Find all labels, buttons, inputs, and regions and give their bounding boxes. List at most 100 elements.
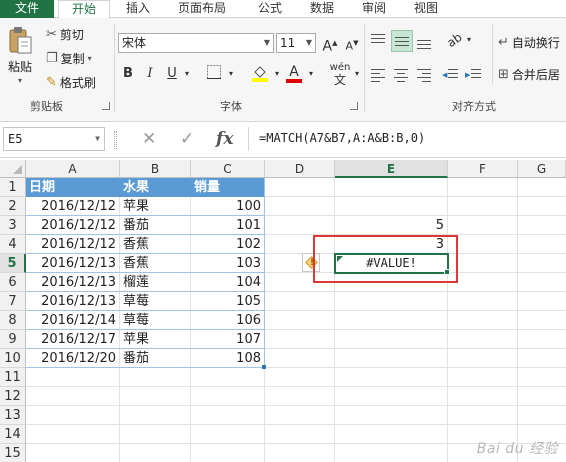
orientation-button[interactable]: ab [444, 30, 464, 50]
format-painter-button[interactable]: ✎ 格式刷 [46, 74, 96, 91]
chevron-down-icon[interactable]: ▾ [306, 64, 316, 84]
row-header-4[interactable]: 4 [0, 235, 26, 254]
table-cell[interactable]: 105 [191, 292, 265, 311]
table-cell[interactable]: 苹果 [120, 197, 191, 216]
table-cell[interactable]: 草莓 [120, 292, 191, 311]
align-right-button[interactable] [414, 64, 436, 86]
font-size-select[interactable]: 11 ▼ [276, 33, 316, 53]
tab-view[interactable]: 视图 [404, 0, 448, 18]
row-header-8[interactable]: 8 [0, 311, 26, 330]
font-color-button[interactable]: A [284, 62, 304, 83]
borders-button[interactable] [204, 64, 224, 84]
row-header-2[interactable]: 2 [0, 197, 26, 216]
table-cell[interactable]: 番茄 [120, 216, 191, 235]
table-resize-handle[interactable] [262, 365, 266, 369]
wrap-text-button[interactable]: ↵ 自动换行 [498, 34, 560, 51]
chevron-down-icon[interactable]: ▾ [226, 64, 236, 84]
bold-button[interactable]: B [118, 64, 138, 84]
cancel-icon[interactable]: ✕ [142, 129, 156, 149]
select-all-button[interactable] [0, 160, 26, 178]
underline-button[interactable]: U [162, 64, 182, 84]
align-left-button[interactable] [368, 64, 390, 86]
tab-insert[interactable]: 插入 [116, 0, 160, 18]
chevron-down-icon[interactable]: ▾ [352, 64, 362, 84]
table-cell[interactable]: 2016/12/14 [26, 311, 120, 330]
chevron-down-icon[interactable]: ▾ [182, 64, 192, 84]
grow-font-button[interactable]: A▲ [320, 33, 340, 55]
align-top-button[interactable] [368, 30, 390, 52]
enter-icon[interactable]: ✓ [180, 129, 194, 149]
table-cell[interactable]: 草莓 [120, 311, 191, 330]
tab-file[interactable]: 文件 [0, 0, 54, 18]
insert-function-icon[interactable]: fx [216, 129, 233, 149]
table-cell[interactable]: 2016/12/20 [26, 349, 120, 368]
increase-indent-button[interactable]: ▶ [463, 64, 485, 86]
table-cell[interactable]: 香蕉 [120, 235, 191, 254]
cut-button[interactable]: ✂ 剪切 [46, 26, 84, 43]
italic-button[interactable]: I [140, 64, 160, 84]
table-cell[interactable]: 108 [191, 349, 265, 368]
table-header-date[interactable]: 日期 [26, 178, 120, 197]
table-cell[interactable]: 苹果 [120, 330, 191, 349]
column-header-c[interactable]: C [191, 160, 265, 178]
table-cell[interactable]: 2016/12/13 [26, 292, 120, 311]
row-header-13[interactable]: 13 [0, 406, 26, 425]
table-cell[interactable]: 2016/12/12 [26, 235, 120, 254]
name-box[interactable]: E5 ▼ [3, 127, 105, 151]
table-cell[interactable]: 103 [191, 254, 265, 273]
table-cell[interactable]: 102 [191, 235, 265, 254]
column-header-b[interactable]: B [120, 160, 191, 178]
tab-home[interactable]: 开始 [58, 0, 110, 19]
align-middle-button[interactable] [391, 30, 413, 52]
shrink-font-button[interactable]: A▼ [342, 33, 362, 53]
table-cell[interactable]: 2016/12/17 [26, 330, 120, 349]
row-header-1[interactable]: 1 [0, 178, 26, 197]
table-cell[interactable]: 2016/12/13 [26, 254, 120, 273]
resize-handle[interactable] [114, 131, 117, 149]
chevron-down-icon[interactable]: ▾ [464, 30, 474, 50]
tab-formulas[interactable]: 公式 [248, 0, 292, 18]
row-header-14[interactable]: 14 [0, 425, 26, 444]
row-header-10[interactable]: 10 [0, 349, 26, 368]
row-header-3[interactable]: 3 [0, 216, 26, 235]
paste-button[interactable]: 粘贴 ▾ [6, 26, 34, 85]
fill-color-button[interactable] [250, 64, 270, 84]
column-header-f[interactable]: F [448, 160, 518, 178]
row-header-7[interactable]: 7 [0, 292, 26, 311]
row-header-12[interactable]: 12 [0, 387, 26, 406]
table-cell[interactable]: 100 [191, 197, 265, 216]
align-center-button[interactable] [391, 64, 413, 86]
row-header-11[interactable]: 11 [0, 368, 26, 387]
tab-page-layout[interactable]: 页面布局 [166, 0, 238, 18]
column-header-g[interactable]: G [518, 160, 566, 178]
table-cell[interactable]: 2016/12/12 [26, 197, 120, 216]
column-header-d[interactable]: D [265, 160, 335, 178]
table-cell[interactable]: 榴莲 [120, 273, 191, 292]
merge-center-button[interactable]: ⊞ 合并后居 [498, 66, 560, 83]
column-header-e[interactable]: E [335, 160, 448, 178]
decrease-indent-button[interactable]: ◀ [440, 64, 462, 86]
row-header-15[interactable]: 15 [0, 444, 26, 462]
column-header-a[interactable]: A [26, 160, 120, 178]
tab-data[interactable]: 数据 [300, 0, 344, 18]
row-header-9[interactable]: 9 [0, 330, 26, 349]
table-cell[interactable]: 106 [191, 311, 265, 330]
table-header-fruit[interactable]: 水果 [120, 178, 191, 197]
table-cell[interactable]: 香蕉 [120, 254, 191, 273]
row-header-5[interactable]: 5 [0, 254, 26, 273]
table-cell[interactable]: 107 [191, 330, 265, 349]
font-launcher-icon[interactable] [350, 102, 358, 110]
row-header-6[interactable]: 6 [0, 273, 26, 292]
tab-review[interactable]: 审阅 [352, 0, 396, 18]
font-name-select[interactable]: 宋体 ▼ [118, 33, 274, 53]
formula-input[interactable]: =MATCH(A7&B7,A:A&B:B,0) [248, 127, 566, 151]
table-cell[interactable]: 2016/12/13 [26, 273, 120, 292]
table-cell[interactable]: 番茄 [120, 349, 191, 368]
table-cell[interactable]: 104 [191, 273, 265, 292]
clipboard-launcher-icon[interactable] [102, 102, 110, 110]
chevron-down-icon[interactable]: ▾ [272, 64, 282, 84]
table-header-sales[interactable]: 销量 [191, 178, 265, 197]
table-cell[interactable]: 101 [191, 216, 265, 235]
cell-e3[interactable]: 5 [335, 216, 448, 235]
align-bottom-button[interactable] [414, 30, 436, 52]
